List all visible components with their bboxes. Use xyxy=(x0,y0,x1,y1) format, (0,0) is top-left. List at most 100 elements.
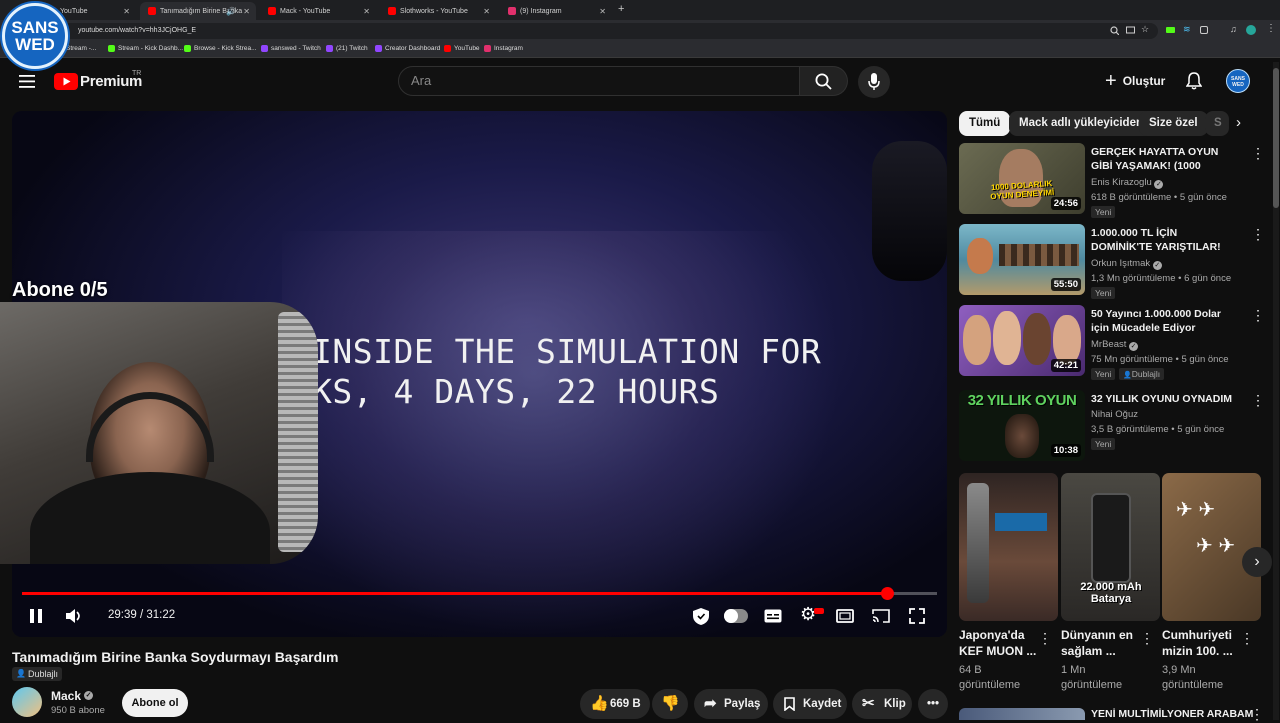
more-vertical-icon[interactable]: ⋮ xyxy=(1250,706,1264,723)
recommendation-title[interactable]: YENİ MULTİMİLYONER ARABAM xyxy=(1091,708,1253,720)
zoom-icon[interactable] xyxy=(1110,26,1119,35)
bookmark-item[interactable]: Creator Dashboard xyxy=(375,45,440,52)
create-button[interactable]: + Oluştur xyxy=(1105,66,1165,96)
channel-name-row[interactable]: Mack ✓ xyxy=(51,689,93,703)
new-tab-button[interactable]: + xyxy=(618,3,624,15)
bookmark-item[interactable]: Stream - Kick Dashb... xyxy=(108,45,183,52)
share-arrow-icon: ➦ xyxy=(704,695,717,712)
shield-icon[interactable] xyxy=(692,607,710,626)
save-button[interactable]: Kaydet xyxy=(773,689,847,719)
fullscreen-icon[interactable] xyxy=(909,608,925,624)
cast-icon[interactable] xyxy=(872,609,890,623)
video-thumbnail[interactable] xyxy=(959,708,1085,720)
video-prop xyxy=(872,141,947,281)
bookmark-item[interactable]: YouTube xyxy=(444,45,480,52)
bookmark-item[interactable]: (21) Twitch xyxy=(326,45,368,52)
account-avatar[interactable]: SANS WED xyxy=(1226,69,1250,93)
youtube-logo-icon[interactable] xyxy=(54,73,78,90)
video-thumbnail[interactable]: 42:21 xyxy=(959,305,1085,376)
upload-age: 5 gün önce xyxy=(1179,192,1227,203)
recommendation-title[interactable]: GERÇEK HAYATTA OYUN GİBİ YAŞAMAK! (1000 … xyxy=(1091,145,1241,173)
close-tab-icon[interactable]: ✕ xyxy=(483,7,490,16)
close-tab-icon[interactable]: ✕ xyxy=(363,7,370,16)
chevron-right-icon[interactable]: › xyxy=(1236,114,1241,131)
more-vertical-icon[interactable]: ⋮ xyxy=(1251,307,1265,324)
subtitles-icon[interactable] xyxy=(764,609,782,623)
search-input[interactable]: Ara xyxy=(398,66,800,96)
browser-tab[interactable]: Slothworks - YouTube ✕ xyxy=(380,2,496,20)
video-thumbnail[interactable]: 55:50 xyxy=(959,224,1085,295)
short-thumbnail[interactable]: 22.000 mAh Batarya xyxy=(1061,473,1160,621)
recommendation-item[interactable]: 55:50 1.000.000 TL İÇİN DOMİNİK'TE YARIŞ… xyxy=(959,224,1269,299)
short-views: 64 B görüntüleme xyxy=(959,663,1049,693)
short-thumbnail[interactable]: ✈ ✈ ✈ ✈ xyxy=(1162,473,1261,621)
like-button[interactable]: 👍 669 B xyxy=(580,689,650,719)
chip-for-you[interactable]: Size özel xyxy=(1139,111,1208,136)
media-controls-icon[interactable]: ♫ xyxy=(1230,24,1237,34)
chip-from-uploader[interactable]: Mack adlı yükleyiciden xyxy=(1009,111,1154,136)
extension-icon[interactable]: ≋ xyxy=(1183,24,1191,35)
close-tab-icon[interactable]: ✕ xyxy=(123,7,130,16)
channel-name[interactable]: Mack xyxy=(51,689,81,703)
recommendation-title[interactable]: 1.000.000 TL İÇİN DOMİNİK'TE YARIŞTILAR!… xyxy=(1091,226,1241,254)
more-vertical-icon[interactable]: ⋮ xyxy=(1251,226,1265,243)
recommendation-item[interactable]: 32 YILLIK OYUN 10:38 32 YILLIK OYUNU OYN… xyxy=(959,390,1269,462)
close-tab-icon[interactable]: ✕ xyxy=(243,7,250,16)
share-button[interactable]: ➦ Paylaş xyxy=(694,689,768,719)
verified-check-icon: ✓ xyxy=(1152,261,1162,270)
cast-tab-icon[interactable] xyxy=(1126,26,1135,35)
short-title[interactable]: Cumhuriyeti mizin 100. ... xyxy=(1162,627,1240,659)
url-bar[interactable]: youtube.com/watch?v=hh3JCjOHG_E xyxy=(58,23,1158,39)
new-badge: Yeni xyxy=(1091,206,1116,218)
volume-icon[interactable] xyxy=(66,608,82,624)
close-tab-icon[interactable]: ✕ xyxy=(599,7,606,16)
browser-tab-active[interactable]: Tanımadığım Birine Banka 🔊 ✕ xyxy=(140,2,256,20)
profile-avatar-icon[interactable] xyxy=(1246,25,1256,35)
progress-bar[interactable] xyxy=(22,587,937,600)
video-thumbnail[interactable]: 1000 DOLARLIK OYUN DENEYİMİ 24:56 xyxy=(959,143,1085,214)
short-thumbnail[interactable] xyxy=(959,473,1058,621)
chip-all[interactable]: Tümü xyxy=(959,111,1011,136)
clip-button[interactable]: ✂ Klip xyxy=(852,689,912,719)
autoplay-toggle[interactable] xyxy=(724,609,748,623)
settings-gear-icon[interactable]: ⚙ xyxy=(800,604,816,625)
theater-mode-icon[interactable] xyxy=(836,609,854,623)
bookmark-item[interactable]: sanswed - Twitch xyxy=(261,45,321,52)
more-vertical-icon[interactable]: ⋮ xyxy=(1251,145,1265,162)
scrollbar-thumb[interactable] xyxy=(1273,68,1279,208)
thumbnail-text: 22.000 mAh Batarya xyxy=(1080,581,1142,605)
short-title[interactable]: Japonya'da KEF MUON ... xyxy=(959,627,1037,659)
extensions-puzzle-icon[interactable] xyxy=(1200,26,1208,34)
browser-menu-icon[interactable]: ⋮ xyxy=(1266,23,1276,34)
pause-icon[interactable] xyxy=(30,609,42,623)
browser-tab[interactable]: (9) Instagram ✕ xyxy=(500,2,612,20)
more-vertical-icon[interactable]: ⋮ xyxy=(1251,392,1265,409)
voice-search-button[interactable] xyxy=(858,66,890,98)
dislike-button[interactable]: 👎 xyxy=(652,689,688,719)
short-title[interactable]: Dünyanın en sağlam ... xyxy=(1061,627,1139,659)
subscribe-button[interactable]: Abone ol xyxy=(122,689,188,717)
chip-overflow[interactable]: S xyxy=(1205,111,1229,136)
recommendation-title[interactable]: 50 Yayıncı 1.000.000 Dolar için Mücadele… xyxy=(1091,307,1241,335)
more-vertical-icon[interactable]: ⋮ xyxy=(1038,630,1052,647)
bookmark-item[interactable]: Instagram xyxy=(484,45,523,52)
more-vertical-icon[interactable]: ⋮ xyxy=(1140,630,1154,647)
bookmark-item[interactable]: Browse - Kick Strea... xyxy=(184,45,257,52)
recommendation-title[interactable]: 32 YILLIK OYUNU OYNADIM xyxy=(1091,392,1241,406)
hamburger-menu-icon[interactable] xyxy=(19,75,35,88)
notifications-bell-icon[interactable] xyxy=(1186,72,1202,90)
video-thumbnail[interactable]: 32 YILLIK OYUN 10:38 xyxy=(959,390,1085,461)
autoplay-toggle-knob xyxy=(724,609,738,623)
page-scrollbar[interactable] xyxy=(1273,62,1279,720)
search-button[interactable] xyxy=(800,66,848,96)
channel-avatar[interactable] xyxy=(12,687,42,717)
recommendation-item[interactable]: 42:21 50 Yayıncı 1.000.000 Dolar için Mü… xyxy=(959,305,1269,380)
browser-tab[interactable]: Mack - YouTube ✕ xyxy=(260,2,376,20)
recommendation-item[interactable]: 1000 DOLARLIK OYUN DENEYİMİ 24:56 GERÇEK… xyxy=(959,143,1269,218)
shorts-next-button[interactable]: › xyxy=(1242,547,1272,577)
more-vertical-icon[interactable]: ⋮ xyxy=(1240,630,1254,647)
bookmark-star-icon[interactable]: ☆ xyxy=(1141,24,1149,35)
speaker-icon[interactable]: 🔊 xyxy=(226,7,236,16)
kick-extension-icon[interactable] xyxy=(1166,27,1175,33)
more-actions-button[interactable]: ••• xyxy=(918,689,948,719)
